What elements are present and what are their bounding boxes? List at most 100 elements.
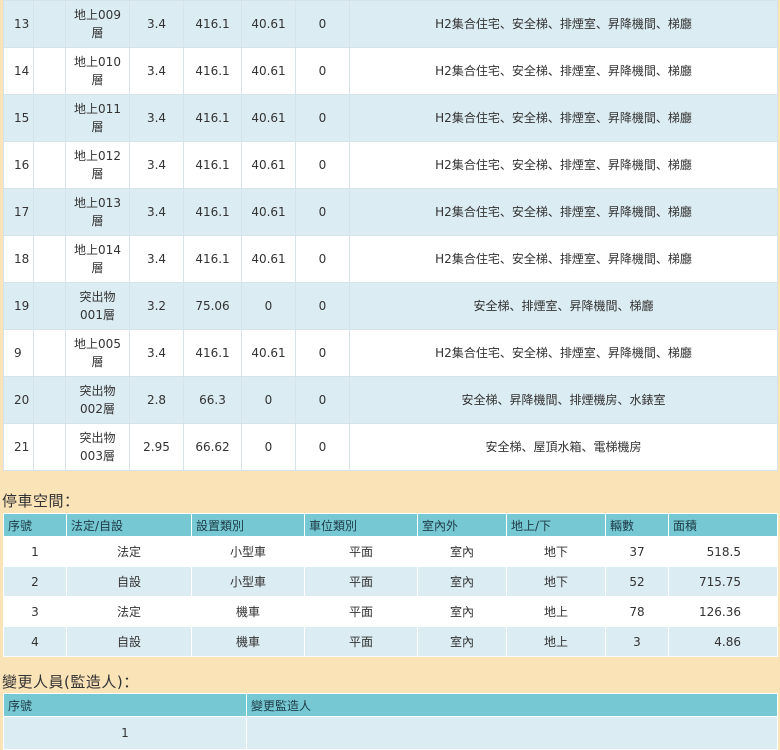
floor-usage: 安全梯、屋頂水箱、電梯機房 xyxy=(349,423,778,471)
parking-cell: 室內 xyxy=(417,626,507,657)
parking-section-title: 停車空間： xyxy=(2,492,80,510)
parking-cell: 3 xyxy=(605,626,669,657)
floor-row: 16 地上012 層 3.4 416.1 40.61 0 H2集合住宅、安全梯、排煙室、昇降機… xyxy=(3,141,778,189)
floor-name: 地上013 層 xyxy=(65,188,130,236)
parking-cell: 室內 xyxy=(417,566,507,597)
floor-row: 21 突出物 003層 2.95 66.62 0 0 安全梯、屋頂水箱、電梯機房 xyxy=(3,423,778,471)
floor-extra: 0 xyxy=(295,376,350,424)
floor-row: 20 突出物 002層 2.8 66.3 0 0 安全梯、昇降機間、排煙機房、水錶室 xyxy=(3,376,778,424)
floor-area: 416.1 xyxy=(183,235,242,283)
floor-area: 416.1 xyxy=(183,0,242,48)
parking-cell: 2 xyxy=(3,566,67,597)
parking-cell: 52 xyxy=(605,566,669,597)
floor-blank xyxy=(33,141,66,189)
parking-cell: 37 xyxy=(605,536,669,567)
floor-area: 416.1 xyxy=(183,188,242,236)
floor-usage: H2集合住宅、安全梯、排煙室、昇降機間、梯廳 xyxy=(349,329,778,377)
parking-header: 地上/下 xyxy=(506,513,606,537)
floor-usage: H2集合住宅、安全梯、排煙室、昇降機間、梯廳 xyxy=(349,141,778,189)
floor-extra: 0 xyxy=(295,47,350,95)
floor-no: 18 xyxy=(3,235,34,283)
floor-name: 地上012 層 xyxy=(65,141,130,189)
parking-cell: 715.75 xyxy=(668,566,778,597)
floor-no: 14 xyxy=(3,47,34,95)
changer-header: 序號 xyxy=(3,693,247,717)
parking-cell: 地上 xyxy=(506,596,606,627)
floor-no: 13 xyxy=(3,0,34,48)
floor-blank xyxy=(33,282,66,330)
floor-name: 地上005 層 xyxy=(65,329,130,377)
floor-area2: 40.61 xyxy=(241,141,296,189)
floor-no: 17 xyxy=(3,188,34,236)
parking-cell: 78 xyxy=(605,596,669,627)
floor-blank xyxy=(33,0,66,48)
parking-cell: 小型車 xyxy=(191,536,305,567)
floor-blank xyxy=(33,188,66,236)
parking-cell: 4.86 xyxy=(668,626,778,657)
floor-name: 地上011 層 xyxy=(65,94,130,142)
parking-header: 序號 xyxy=(3,513,67,537)
floor-no: 20 xyxy=(3,376,34,424)
floor-no: 9 xyxy=(3,329,34,377)
floor-height: 3.4 xyxy=(129,141,184,189)
floor-height: 3.4 xyxy=(129,188,184,236)
floor-no: 16 xyxy=(3,141,34,189)
floor-extra: 0 xyxy=(295,282,350,330)
floor-extra: 0 xyxy=(295,94,350,142)
parking-cell: 平面 xyxy=(304,536,418,567)
floor-usage: H2集合住宅、安全梯、排煙室、昇降機間、梯廳 xyxy=(349,47,778,95)
floor-area2: 0 xyxy=(241,423,296,471)
floor-area2: 0 xyxy=(241,282,296,330)
floor-area2: 40.61 xyxy=(241,94,296,142)
floor-extra: 0 xyxy=(295,141,350,189)
floor-no: 15 xyxy=(3,94,34,142)
floor-area: 66.62 xyxy=(183,423,242,471)
floor-area2: 40.61 xyxy=(241,235,296,283)
floor-area: 416.1 xyxy=(183,329,242,377)
floor-row: 9 地上005 層 3.4 416.1 40.61 0 H2集合住宅、安全梯、排煙室、昇降機間… xyxy=(3,329,778,377)
floor-row: 15 地上011 層 3.4 416.1 40.61 0 H2集合住宅、安全梯、排煙室、昇降機… xyxy=(3,94,778,142)
parking-header: 面積 xyxy=(668,513,778,537)
parking-cell: 小型車 xyxy=(191,566,305,597)
floor-blank xyxy=(33,47,66,95)
floor-blank xyxy=(33,376,66,424)
changer-cell xyxy=(246,716,778,750)
floor-name: 突出物 003層 xyxy=(65,423,130,471)
parking-cell: 平面 xyxy=(304,626,418,657)
parking-cell: 1 xyxy=(3,536,67,567)
floor-row: 14 地上010 層 3.4 416.1 40.61 0 H2集合住宅、安全梯、排煙室、昇降機… xyxy=(3,47,778,95)
floor-height: 2.8 xyxy=(129,376,184,424)
floor-area: 75.06 xyxy=(183,282,242,330)
parking-cell: 機車 xyxy=(191,626,305,657)
floor-area: 416.1 xyxy=(183,94,242,142)
parking-cell: 平面 xyxy=(304,566,418,597)
floor-name: 突出物 001層 xyxy=(65,282,130,330)
floor-name: 地上014 層 xyxy=(65,235,130,283)
parking-cell: 518.5 xyxy=(668,536,778,567)
parking-row: 1 法定 小型車 平面 室內 地下 37 518.5 xyxy=(3,536,778,567)
floor-height: 3.4 xyxy=(129,235,184,283)
changer-section-title: 變更人員(監造人)： xyxy=(2,673,139,691)
floor-extra: 0 xyxy=(295,423,350,471)
parking-cell: 室內 xyxy=(417,536,507,567)
floor-height: 3.4 xyxy=(129,0,184,48)
floor-height: 3.4 xyxy=(129,94,184,142)
floor-area2: 40.61 xyxy=(241,188,296,236)
parking-cell: 機車 xyxy=(191,596,305,627)
floor-height: 3.2 xyxy=(129,282,184,330)
parking-cell: 地上 xyxy=(506,626,606,657)
floor-area2: 40.61 xyxy=(241,0,296,48)
floor-area2: 0 xyxy=(241,376,296,424)
floor-row: 19 突出物 001層 3.2 75.06 0 0 安全梯、排煙室、昇降機間、梯廳 xyxy=(3,282,778,330)
floor-height: 3.4 xyxy=(129,47,184,95)
parking-cell: 自設 xyxy=(66,566,192,597)
changer-row: 1 xyxy=(3,716,778,750)
floor-blank xyxy=(33,235,66,283)
floor-row: 17 地上013 層 3.4 416.1 40.61 0 H2集合住宅、安全梯、排煙室、昇降機… xyxy=(3,188,778,236)
floor-extra: 0 xyxy=(295,329,350,377)
parking-cell: 3 xyxy=(3,596,67,627)
floor-area: 416.1 xyxy=(183,47,242,95)
floor-usage: H2集合住宅、安全梯、排煙室、昇降機間、梯廳 xyxy=(349,188,778,236)
floor-table: 13 地上009 層 3.4 416.1 40.61 0 H2集合住宅、安全梯、排煙室、昇降機… xyxy=(3,0,778,471)
floor-usage: 安全梯、昇降機間、排煙機房、水錶室 xyxy=(349,376,778,424)
